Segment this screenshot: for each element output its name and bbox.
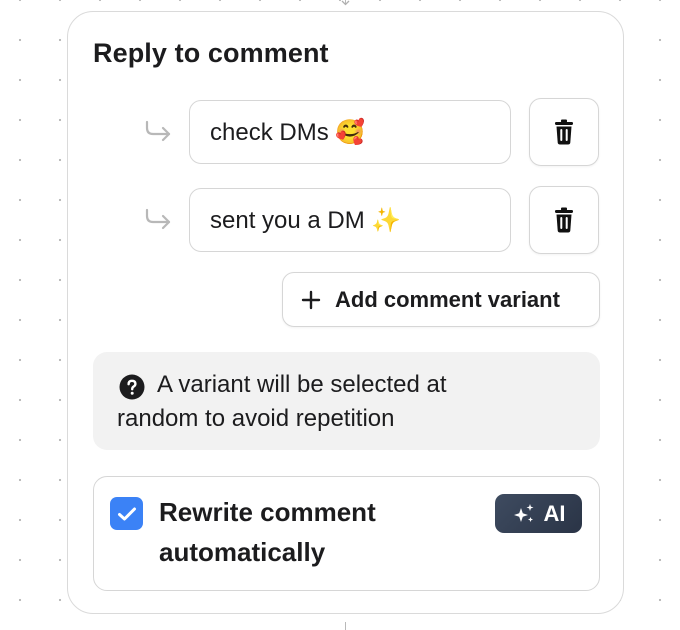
add-comment-variant-button[interactable]: Add comment variant <box>282 272 600 327</box>
connector-arrow-icon <box>341 0 350 6</box>
rewrite-label-line-1: Rewrite comment <box>159 497 376 527</box>
ai-badge: AI <box>495 494 582 533</box>
reply-to-comment-card: Reply to comment check DMs 🥰 sent you a … <box>67 11 624 614</box>
connector-line-bottom <box>345 622 346 630</box>
trash-icon <box>555 207 573 233</box>
card-title: Reply to comment <box>93 38 329 68</box>
reply-arrow-icon <box>145 120 171 142</box>
rewrite-label-line-2: automatically <box>159 537 326 567</box>
ai-badge-label: AI <box>543 500 566 526</box>
reply-variant-input[interactable]: sent you a DM ✨ <box>189 188 511 252</box>
info-note: A variant will be selected at random to … <box>93 352 600 450</box>
delete-variant-button[interactable] <box>529 98 599 166</box>
reply-variant-row: check DMs 🥰 <box>143 98 603 166</box>
reply-variant-row: sent you a DM ✨ <box>143 186 603 254</box>
rewrite-option-box[interactable]: Rewrite comment automatically AI <box>93 476 600 591</box>
check-icon <box>117 507 136 520</box>
info-text-line-2: random to avoid repetition <box>117 405 395 432</box>
reply-arrow-icon <box>145 208 171 230</box>
question-circle-icon <box>119 374 145 400</box>
rewrite-checkbox[interactable] <box>110 497 143 530</box>
info-text-line-1: A variant will be selected at <box>157 371 447 398</box>
sparkles-icon <box>513 503 533 522</box>
add-comment-variant-label: Add comment variant <box>335 286 560 312</box>
plus-icon <box>301 290 321 309</box>
delete-variant-button[interactable] <box>529 186 599 254</box>
reply-variant-input[interactable]: check DMs 🥰 <box>189 100 511 164</box>
trash-icon <box>555 119 573 145</box>
